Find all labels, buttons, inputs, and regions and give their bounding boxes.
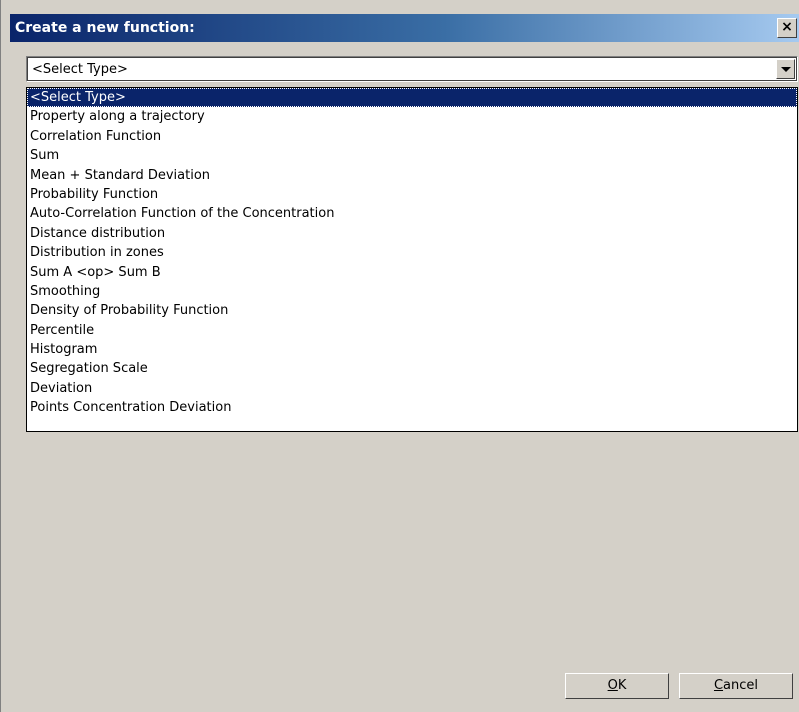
list-item[interactable]: Percentile: [27, 321, 797, 340]
cancel-mnemonic: C: [713, 678, 724, 693]
ok-label-rest: K: [617, 678, 627, 693]
close-icon: ×: [781, 19, 793, 35]
list-item[interactable]: Distance distribution: [27, 224, 797, 243]
list-item[interactable]: Probability Function: [27, 185, 797, 204]
list-item[interactable]: Sum A <op> Sum B: [27, 263, 797, 282]
cancel-label-rest: ancel: [723, 678, 759, 693]
function-type-list[interactable]: <Select Type> Property along a trajectory…: [26, 87, 798, 432]
chevron-down-icon: [781, 67, 791, 72]
list-item[interactable]: <Select Type>: [27, 88, 797, 108]
list-item[interactable]: Smoothing: [27, 282, 797, 301]
list-item[interactable]: Auto-Correlation Function of the Concent…: [27, 204, 797, 223]
combobox-value: <Select Type>: [32, 62, 128, 77]
close-button[interactable]: ×: [777, 18, 797, 38]
list-item[interactable]: Segregation Scale: [27, 359, 797, 378]
list-item[interactable]: Distribution in zones: [27, 243, 797, 262]
ok-button[interactable]: OK: [565, 673, 669, 699]
list-item[interactable]: Property along a trajectory: [27, 107, 797, 126]
title-bar[interactable]: Create a new function: ×: [10, 14, 799, 42]
list-item[interactable]: Deviation: [27, 379, 797, 398]
list-item[interactable]: Density of Probability Function: [27, 301, 797, 320]
ok-mnemonic: O: [607, 678, 618, 693]
dialog-title: Create a new function:: [15, 20, 195, 36]
create-function-dialog: Create a new function: × <Select Type> <…: [0, 0, 799, 712]
list-item[interactable]: Sum: [27, 146, 797, 165]
list-item[interactable]: Mean + Standard Deviation: [27, 166, 797, 185]
function-type-combobox[interactable]: <Select Type>: [26, 56, 798, 82]
cancel-button[interactable]: Cancel: [679, 673, 793, 699]
list-item[interactable]: Points Concentration Deviation: [27, 398, 797, 417]
list-item[interactable]: Histogram: [27, 340, 797, 359]
combobox-dropdown-button[interactable]: [776, 59, 795, 79]
list-item[interactable]: Correlation Function: [27, 127, 797, 146]
